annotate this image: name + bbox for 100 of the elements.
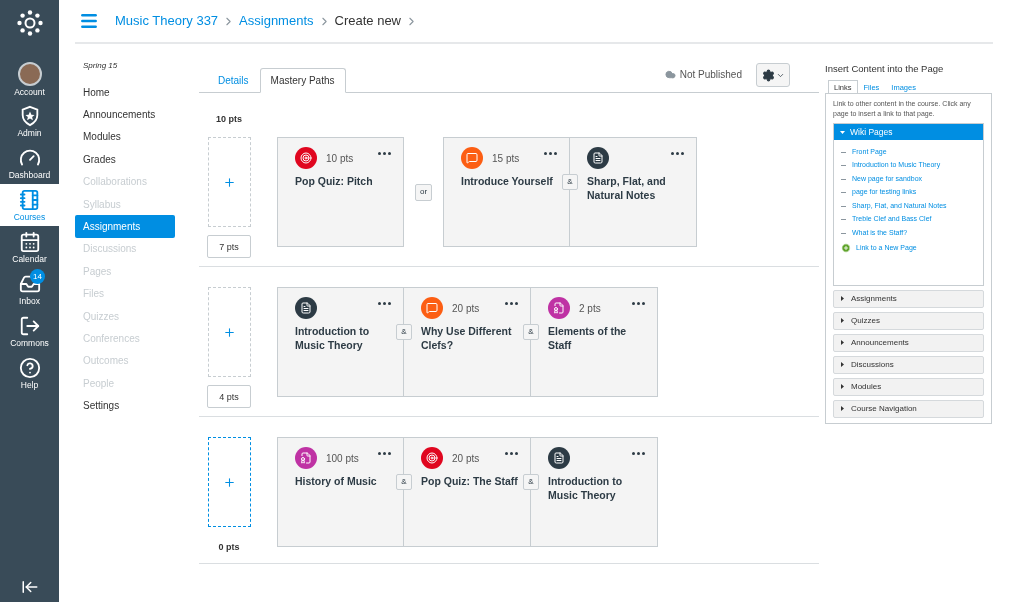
points-label: 10 pts (326, 151, 354, 166)
breadcrumb-link[interactable]: Create new (334, 11, 401, 31)
more-icon[interactable] (544, 152, 557, 155)
caret-icon (841, 362, 844, 368)
score-input[interactable]: 4 pts (207, 385, 251, 408)
global-nav-item[interactable]: Account (0, 58, 59, 100)
and-connector: & (523, 324, 539, 340)
more-icon[interactable] (378, 452, 391, 455)
more-icon[interactable] (505, 452, 518, 455)
or-connector: or (415, 183, 432, 201)
add-icon (222, 325, 236, 339)
card-title: Sharp, Flat, and Natural Notes (587, 174, 667, 202)
dash-icon (841, 192, 846, 193)
panel-title: Insert Content into the Page (825, 62, 945, 76)
course-nav-link[interactable]: Announcements (75, 103, 175, 126)
settings-icon (761, 68, 775, 82)
card-title: Pop Quiz: Pitch (295, 174, 374, 188)
global-nav-item[interactable]: Admin (0, 100, 59, 142)
avatar (17, 61, 42, 86)
document-icon (587, 147, 609, 169)
menu-icon[interactable] (79, 11, 99, 31)
tab[interactable]: Details (207, 68, 260, 93)
points-label: 15 pts (492, 151, 520, 166)
assignment-icon (548, 297, 570, 319)
term-label: Spring 15 (82, 60, 119, 72)
range-label: 0 pts (218, 541, 240, 554)
card-title: Introduce Yourself (461, 174, 554, 188)
more-icon[interactable] (505, 302, 518, 305)
breadcrumb-link[interactable]: Assignments (239, 11, 314, 31)
speech-bubble-icon (421, 297, 443, 319)
add-icon (841, 242, 851, 253)
dash-icon (841, 151, 846, 153)
score-input[interactable]: 7 pts (207, 235, 251, 258)
add-icon (222, 475, 236, 489)
course-nav-link[interactable]: Modules (75, 125, 175, 149)
add-icon (222, 175, 236, 189)
dash-icon (841, 178, 846, 180)
global-nav-item[interactable]: Courses (0, 184, 59, 226)
more-icon[interactable] (632, 302, 645, 305)
caret-icon (841, 406, 844, 412)
caret-icon (841, 296, 844, 302)
and-connector: & (396, 324, 412, 340)
dash-icon (841, 232, 846, 234)
course-nav-link[interactable]: Settings (75, 394, 175, 417)
points-label: 20 pts (452, 301, 480, 316)
course-nav-link[interactable]: Grades (75, 148, 175, 171)
publish-status: Not Published (679, 68, 742, 82)
document-icon (295, 297, 317, 319)
logo-icon[interactable] (15, 9, 44, 37)
assignment-icon (295, 447, 317, 469)
section-header[interactable]: Assignments (833, 289, 984, 308)
section-header[interactable]: Modules (833, 377, 984, 396)
global-nav-item[interactable]: Help (0, 352, 59, 394)
notebook-icon (18, 188, 41, 211)
and-connector: & (396, 474, 412, 490)
and-connector: & (523, 474, 539, 490)
speech-bubble-icon (461, 147, 483, 169)
caret-icon (841, 318, 844, 324)
quiz-icon (421, 447, 443, 469)
card-title: Pop Quiz: The Staff (421, 474, 519, 488)
more-icon[interactable] (632, 452, 645, 455)
quiz-icon (295, 147, 317, 169)
assignment-card[interactable]: 10 pts Pop Quiz: Pitch (277, 137, 404, 247)
points-label: 100 pts (326, 451, 359, 466)
card-title: Introduction to Music Theory (548, 474, 624, 502)
and-connector: & (562, 174, 578, 190)
dash-icon (841, 205, 846, 207)
section-header[interactable]: Quizzes (833, 311, 984, 330)
caret-icon (841, 384, 844, 390)
course-nav-link[interactable]: Home (75, 81, 175, 104)
global-nav-item[interactable]: Inbox 14 (0, 268, 59, 310)
dash-icon (841, 219, 846, 220)
more-icon[interactable] (378, 152, 391, 155)
unread-badge: 14 (30, 269, 45, 284)
calendar-icon (18, 230, 41, 253)
card-title: History of Music (295, 474, 378, 488)
breadcrumb-link[interactable]: Music Theory 337 (115, 11, 219, 31)
section-header[interactable]: Wiki Pages (834, 124, 983, 141)
help-icon (18, 356, 41, 379)
global-nav-item[interactable]: Commons (0, 310, 59, 352)
section-header[interactable]: Discussions (833, 355, 984, 374)
points-label: 20 pts (452, 451, 480, 466)
caret-icon (841, 340, 844, 346)
settings-button[interactable] (756, 63, 790, 87)
more-icon[interactable] (671, 152, 684, 155)
section-header[interactable]: Announcements (833, 333, 984, 352)
range-label: 10 pts (216, 113, 242, 126)
collapse-icon[interactable] (20, 578, 39, 596)
more-icon[interactable] (378, 302, 391, 305)
drop-zone[interactable] (207, 437, 251, 527)
card-title: Why Use Different Clefs? (421, 324, 513, 352)
section-header[interactable]: Course Navigation (833, 399, 984, 418)
points-label: 2 pts (579, 301, 601, 316)
card-title: Introduction to Music Theory (295, 324, 371, 352)
global-nav-item[interactable]: Calendar (0, 226, 59, 268)
dash-icon (841, 165, 846, 166)
tab[interactable]: Mastery Paths (259, 68, 346, 93)
course-nav-link[interactable]: Assignments (75, 215, 175, 238)
document-icon (548, 447, 570, 469)
global-nav-item[interactable]: Dashboard (0, 142, 59, 184)
